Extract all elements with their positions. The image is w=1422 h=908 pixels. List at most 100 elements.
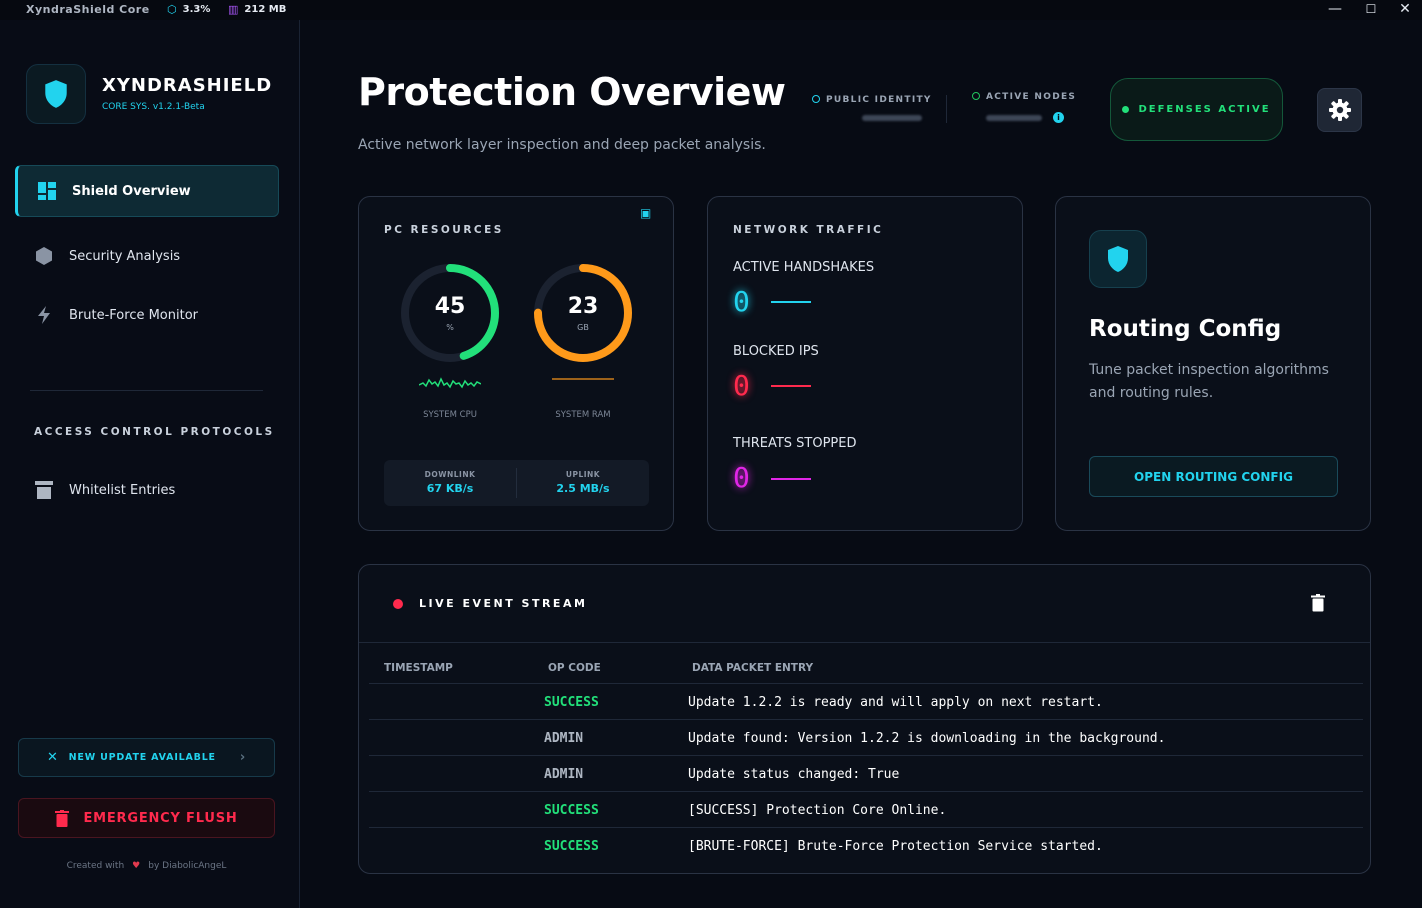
public-identity-text: PUBLIC IDENTITY [826,95,932,105]
table-row: SUCCESS [SUCCESS] Protection Core Online… [369,791,1363,827]
blocked-ips-label: BLOCKED IPS [733,344,819,359]
pc-resources-card: PC RESOURCES ▣ 45 % SYSTEM CPU 23 GB SYS… [358,196,674,531]
bolt-icon [33,304,55,326]
title-bar: XyndraShield Core ⬡ 3.3% ▥ 212 MB — ☐ ✕ [0,0,1422,20]
row-message: Update 1.2.2 is ready and will apply on … [688,695,1103,710]
row-op-code: SUCCESS [544,839,599,854]
ram-trendline [552,378,614,380]
downlink-value: 67 KB/s [426,482,474,495]
threats-stopped-value: 0 [733,461,750,494]
grid-icon [36,180,58,202]
memory-bars-icon: ▥ [228,3,239,16]
chevron-right-icon: › [239,750,247,765]
credit-prefix: Created with [66,861,125,871]
nav-item-label: Shield Overview [72,183,191,199]
active-handshakes-line [771,301,811,303]
sidebar: XYNDRASHIELD CORE SYS. v1.2.1-Beta Shiel… [0,20,300,908]
network-traffic-card: NETWORK TRAFFIC ACTIVE HANDSHAKES 0 BLOC… [707,196,1023,531]
list-filter-icon [33,479,55,501]
minimize-button[interactable]: — [1318,0,1352,20]
event-stream-header: LIVE EVENT STREAM [359,565,1370,643]
credit-suffix: by DiabolicAngeL [148,861,227,871]
hexagon-icon [33,245,55,267]
active-nodes-label: ACTIVE NODES [972,92,1076,102]
cpu-gauge-value: 45 [434,294,466,319]
uplink-value: 2.5 MB/s [556,482,610,495]
close-button[interactable]: ✕ [1388,0,1422,20]
emergency-flush-label: EMERGENCY FLUSH [83,810,238,826]
active-handshakes-label: ACTIVE HANDSHAKES [733,260,875,275]
live-event-stream-panel: LIVE EVENT STREAM TIMESTAMP OP CODE DATA… [358,564,1371,874]
settings-button[interactable] [1317,88,1362,132]
cpu-gauge-unit: % [446,323,454,332]
row-message: [SUCCESS] Protection Core Online. [688,803,947,818]
maximize-button[interactable]: ☐ [1354,0,1388,20]
active-nodes-text: ACTIVE NODES [986,92,1077,102]
chip-icon: ▣ [640,206,652,220]
section-title-access-control: ACCESS CONTROL PROTOCOLS [34,426,275,438]
gear-icon [1328,99,1351,121]
heart-icon: ♥ [132,861,141,871]
threats-stopped-label: THREATS STOPPED [733,436,857,451]
brand-name: XYNDRASHIELD [102,75,273,96]
event-stream-title: LIVE EVENT STREAM [419,597,588,610]
column-header-op-code: OP CODE [548,662,601,674]
ram-gauge: 23 GB [531,261,635,365]
row-op-code: ADMIN [544,731,584,746]
network-traffic-title: NETWORK TRAFFIC [733,224,884,236]
row-op-code: SUCCESS [544,803,599,818]
routing-shield-badge [1089,230,1147,288]
page-subtitle: Active network layer inspection and deep… [358,137,766,153]
emergency-flush-button[interactable]: EMERGENCY FLUSH [18,798,275,838]
bandwidth-panel: DOWNLINK 67 KB/s UPLINK 2.5 MB/s [384,460,649,506]
nav-item-whitelist-entries[interactable]: Whitelist Entries [15,464,279,516]
row-op-code: SUCCESS [544,695,599,710]
public-identity-label: PUBLIC IDENTITY [812,95,932,105]
nav-item-label: Whitelist Entries [69,482,176,498]
ram-caption: SYSTEM RAM [555,410,611,420]
column-header-data-packet: DATA PACKET ENTRY [692,662,814,674]
nav-item-brute-force-monitor[interactable]: Brute-Force Monitor [15,289,279,341]
row-message: Update found: Version 1.2.2 is downloadi… [688,731,1166,746]
pc-resources-title: PC RESOURCES [384,224,504,236]
column-header-timestamp: TIMESTAMP [384,662,453,674]
credit-line: Created with ♥ by DiabolicAngeL [0,861,293,871]
info-icon[interactable]: i [1053,112,1064,123]
active-nodes-value-redacted [986,115,1042,121]
clear-events-button[interactable] [1311,594,1325,616]
uplink-label: UPLINK [565,470,601,479]
row-op-code: ADMIN [544,767,584,782]
app-title: XyndraShield Core [26,3,150,16]
threats-stopped-line [771,478,811,480]
ram-gauge-value: 23 [567,294,599,319]
cpu-usage: ⬡ 3.3% [167,3,210,16]
new-update-button[interactable]: ✕ NEW UPDATE AVAILABLE › [18,738,275,777]
x-icon: ✕ [46,750,59,765]
uplink-stat: UPLINK 2.5 MB/s [516,468,649,498]
row-message: Update status changed: True [688,767,900,782]
memory-usage-value: 212 MB [244,4,287,15]
defenses-status-badge: DEFENSES ACTIVE [1110,78,1283,141]
header-divider [946,95,947,123]
nav-item-security-analysis[interactable]: Security Analysis [15,230,279,282]
cpu-hexagon-icon: ⬡ [167,3,177,16]
cpu-caption: SYSTEM CPU [423,410,477,420]
routing-config-title: Routing Config [1089,316,1282,342]
blocked-ips-line [771,385,811,387]
nav-item-shield-overview[interactable]: Shield Overview [15,165,279,217]
open-routing-config-button[interactable]: OPEN ROUTING CONFIG [1089,456,1338,497]
shield-icon [1108,246,1128,272]
live-indicator-dot [393,599,403,609]
trash-icon [1311,594,1325,612]
brand-version: CORE SYS. v1.2.1-Beta [102,102,205,112]
cpu-gauge: 45 % [398,261,502,365]
blocked-ips-value: 0 [733,369,750,402]
brand-logo [26,64,86,124]
status-dot [1122,106,1130,113]
table-row: ADMIN Update status changed: True [369,755,1363,791]
memory-usage: ▥ 212 MB [228,3,286,16]
downlink-stat: DOWNLINK 67 KB/s [384,460,516,506]
nav-item-label: Brute-Force Monitor [69,307,199,323]
routing-config-card: Routing Config Tune packet inspection al… [1055,196,1371,531]
target-icon [812,95,820,103]
